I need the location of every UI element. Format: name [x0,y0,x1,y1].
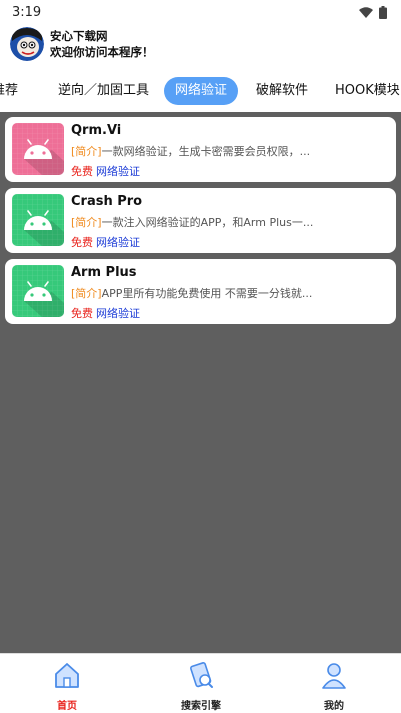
app-card[interactable]: Arm Plus [简介]APP里所有功能免费使用 不需要一分钱就... 免费网… [5,259,396,324]
app-name: Crash Pro [71,194,143,209]
bottom-nav: 首页 搜索引擎 我的 [0,653,401,713]
tab-recommend[interactable]: 推荐 [0,77,18,105]
category-tabs: 推荐 逆向／加固工具 网络验证 破解软件 HOOK模块 [0,74,401,108]
avatar[interactable] [10,27,44,61]
profile-icon [322,663,346,689]
price-tag: 免费 [71,307,93,320]
nav-search-engine[interactable]: 搜索引擎 [156,660,246,712]
desc-tag: [简介] [71,287,102,300]
desc-text: 一款网络验证，生成卡密需要会员权限，... [101,145,311,158]
wifi-icon [359,6,373,18]
app-tags: 免费 网络验证 [71,305,140,321]
nav-home[interactable]: 首页 [22,660,112,712]
desc-tag: [简介] [71,145,102,158]
desc-text: 一款注入网络验证的APP，和Arm Plus一... [101,216,314,229]
price-tag: 免费 [71,165,93,178]
status-icons [359,5,387,19]
battery-icon [379,5,387,19]
app-list: Qrm.Vi [简介]一款网络验证，生成卡密需要会员权限，... 免费 网络验证 … [0,112,401,653]
app-title: 安心下载网 [50,29,108,43]
category-tag: 网络验证 [96,165,140,178]
app-description: [简介]APP里所有功能免费使用 不需要一分钱就... [71,285,321,301]
android-icon [12,265,64,317]
app-name: Qrm.Vi [71,123,122,138]
price-tag: 免费 [71,236,93,249]
tab-reverse-tools[interactable]: 逆向／加固工具 [58,77,149,105]
nav-profile[interactable]: 我的 [289,660,379,712]
nav-home-label: 首页 [57,701,77,712]
app-card[interactable]: Qrm.Vi [简介]一款网络验证，生成卡密需要会员权限，... 免费 网络验证 [5,117,396,182]
app-subtitle: 欢迎你访问本程序！ [50,45,154,59]
app-card[interactable]: Crash Pro [简介]一款注入网络验证的APP，和Arm Plus一...… [5,188,396,253]
status-bar: 3:19 [0,0,401,24]
nav-profile-label: 我的 [324,701,344,712]
home-icon [55,663,79,688]
category-tag: 网络验证 [96,236,140,249]
android-icon [12,123,64,175]
category-tag: 网络验证 [96,307,140,320]
search-engine-icon [190,662,213,688]
app-name: Arm Plus [71,265,137,280]
app-tags: 免费 网络验证 [71,163,140,179]
tab-hook-module[interactable]: HOOK模块 [335,77,400,105]
tab-network-verify[interactable]: 网络验证 [164,77,239,105]
status-time: 3:19 [12,4,42,20]
desc-tag: [简介] [71,216,102,229]
app-header: 安心下载网 欢迎你访问本程序！ [10,27,154,61]
android-icon [12,194,64,246]
app-description: [简介]一款注入网络验证的APP，和Arm Plus一... [71,214,321,230]
tab-cracked-software[interactable]: 破解软件 [256,77,308,105]
app-tags: 免费 网络验证 [71,234,140,250]
desc-text: APP里所有功能免费使用 不需要一分钱就... [101,287,313,300]
nav-search-engine-label: 搜索引擎 [181,701,221,712]
app-description: [简介]一款网络验证，生成卡密需要会员权限，... [71,143,321,159]
